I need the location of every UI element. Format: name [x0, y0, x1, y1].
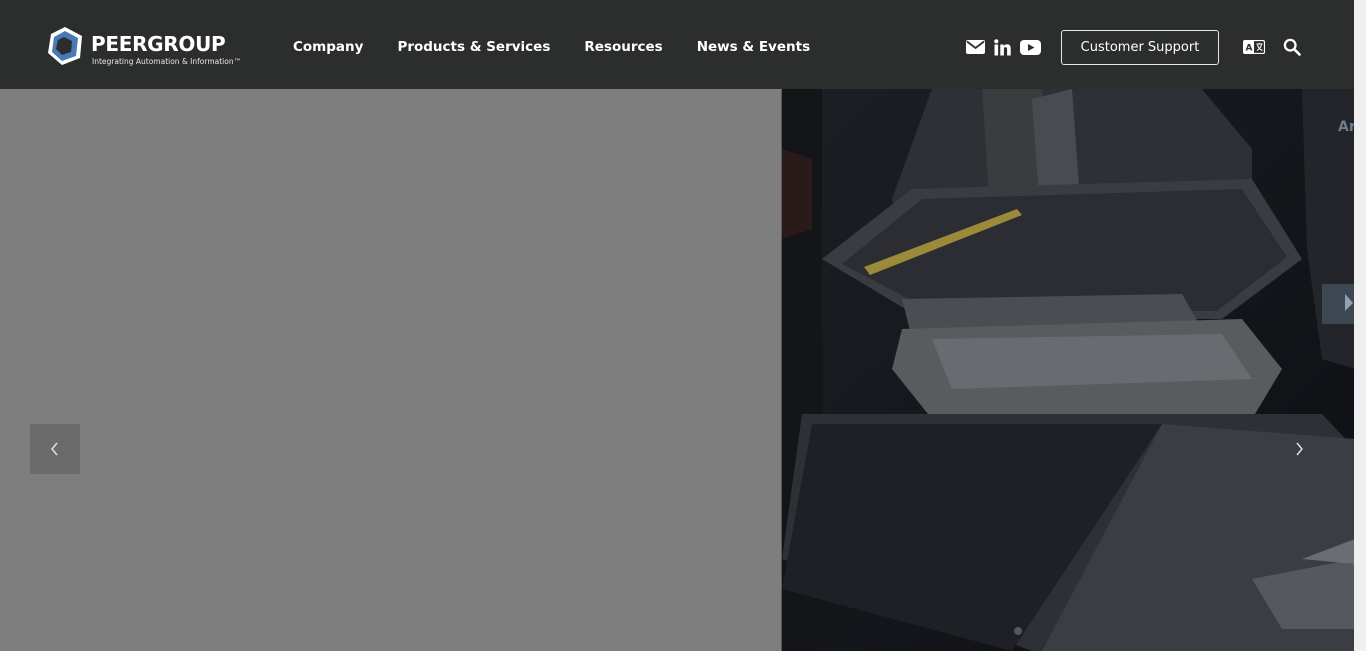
page-scrollbar[interactable] — [1354, 0, 1366, 651]
slider-prev-button[interactable] — [30, 424, 80, 474]
site-header: PEERGROUP Integrating Automation & Infor… — [0, 0, 1354, 89]
slider-next-button[interactable] — [1274, 424, 1324, 474]
chevron-left-icon — [51, 442, 58, 456]
search-icon[interactable] — [1283, 38, 1301, 56]
brand-name: PEERGROUP — [91, 32, 226, 56]
hero-image: Ar — [781, 89, 1354, 651]
nav-item-company[interactable]: Company — [293, 38, 363, 56]
linkedin-icon[interactable] — [994, 38, 1011, 56]
logo-mark-icon — [48, 27, 82, 65]
page: PEERGROUP Integrating Automation & Infor… — [0, 0, 1366, 651]
site-logo[interactable]: PEERGROUP Integrating Automation & Infor… — [44, 25, 266, 71]
main-nav: Company Products & Services Resources Ne… — [293, 38, 844, 56]
nav-item-products-services[interactable]: Products & Services — [397, 38, 550, 56]
brand-tagline: Integrating Automation & Information™ — [92, 57, 242, 66]
svg-text:A: A — [1246, 44, 1253, 54]
social-links — [966, 37, 1050, 57]
nav-item-news-events[interactable]: News & Events — [697, 38, 810, 56]
equipment-photo: Ar — [782, 89, 1354, 651]
hero-slider: Ar — [0, 89, 1354, 651]
customer-support-button[interactable]: Customer Support — [1061, 30, 1219, 65]
translate-icon[interactable]: A — [1242, 39, 1266, 55]
chevron-right-icon — [1296, 442, 1303, 456]
email-icon[interactable] — [966, 40, 985, 54]
nav-item-resources[interactable]: Resources — [584, 38, 662, 56]
hero-overlay-panel — [0, 89, 781, 651]
svg-text:Ar: Ar — [1338, 119, 1354, 135]
youtube-icon[interactable] — [1020, 39, 1041, 55]
